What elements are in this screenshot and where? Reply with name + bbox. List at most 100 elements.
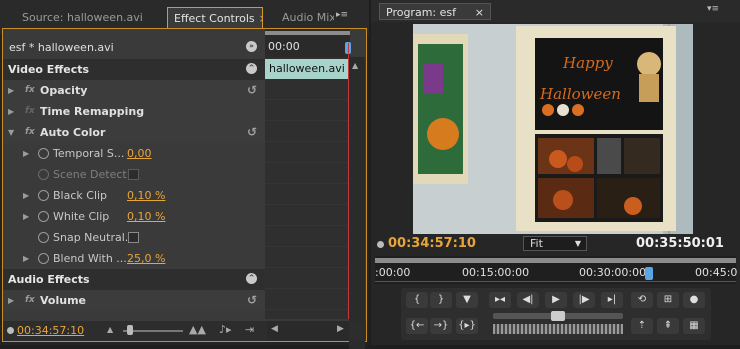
go-to-in-icon[interactable]: {← bbox=[406, 318, 428, 334]
export-icon[interactable]: ⇥ bbox=[245, 323, 254, 336]
keyframe-area[interactable] bbox=[265, 79, 350, 319]
param-label: Snap Neutral... bbox=[53, 231, 136, 244]
program-monitor-panel: Program: esf × ▾≡ Happy Halloween 00:34:… bbox=[371, 0, 740, 345]
effect-name-volume: Volume bbox=[40, 294, 86, 307]
tab-effect-controls[interactable]: Effect Controls × bbox=[167, 7, 263, 28]
param-value[interactable]: 0,10 % bbox=[127, 185, 165, 206]
tab-source[interactable]: Source: halloween.avi bbox=[2, 7, 162, 28]
collapse-icon[interactable]: ^ bbox=[246, 63, 257, 74]
video-preview[interactable]: Happy Halloween bbox=[413, 24, 693, 234]
loop-audio-icon[interactable]: ♪▸ bbox=[219, 323, 232, 336]
effect-row-volume[interactable]: ▶ fx Volume ↺ bbox=[3, 290, 265, 311]
effect-row-opacity[interactable]: ▶ fx Opacity ↺ bbox=[3, 80, 265, 101]
param-value[interactable]: 0,00 bbox=[127, 143, 152, 164]
effect-controls-panel: Source: halloween.avi Effect Controls × A… bbox=[0, 0, 369, 349]
stopwatch-icon[interactable] bbox=[38, 211, 49, 222]
panel-menu-icon[interactable]: ▸≡ bbox=[336, 10, 348, 22]
horizontal-scrollbar[interactable]: ◀ ▶ bbox=[267, 321, 349, 341]
expanded-triangle-icon[interactable]: ▼ bbox=[8, 122, 14, 143]
zoom-slider-handle[interactable] bbox=[127, 325, 133, 335]
loop-icon[interactable]: ⟲ bbox=[631, 292, 653, 308]
checkbox[interactable] bbox=[128, 169, 139, 180]
expand-triangle-icon[interactable]: ▶ bbox=[23, 248, 29, 269]
mark-in-icon[interactable]: { bbox=[406, 292, 428, 308]
add-marker-icon[interactable]: ▼ bbox=[456, 292, 478, 308]
clip-bar[interactable]: halloween.avi bbox=[265, 59, 350, 79]
ruler-label-0: :00:00 bbox=[375, 266, 411, 279]
shuttle-slider[interactable] bbox=[493, 311, 623, 321]
fx-icon[interactable]: fx bbox=[25, 80, 35, 101]
fx-icon[interactable]: fx bbox=[25, 290, 35, 311]
reset-icon[interactable]: ↺ bbox=[247, 122, 257, 143]
effect-controls-frame: esf * halloween.avi » Video Effects ^ ▶ … bbox=[2, 28, 367, 349]
param-row-temporal-smoothing: ▶ Temporal S... 0,00 bbox=[3, 143, 265, 164]
step-forward-icon[interactable]: |▶ bbox=[573, 292, 595, 308]
output-icon[interactable]: ● bbox=[683, 292, 705, 308]
time-ruler[interactable]: 00:00 bbox=[265, 29, 351, 57]
param-label: White Clip bbox=[53, 210, 110, 223]
scroll-left-icon[interactable]: ◀ bbox=[271, 324, 278, 334]
shuttle-handle[interactable] bbox=[551, 311, 565, 321]
extract-icon[interactable]: ⇞ bbox=[657, 318, 679, 334]
tab-audio-mix[interactable]: Audio Mix bbox=[276, 7, 334, 28]
program-time-ruler[interactable]: :00:00 00:15:00:00 00:30:00:00 00:45:0 bbox=[375, 256, 737, 284]
go-to-previous-edit-icon[interactable]: ▸◂ bbox=[489, 292, 511, 308]
panel-menu-icon[interactable]: ▾≡ bbox=[707, 4, 719, 14]
stopwatch-icon[interactable] bbox=[38, 148, 49, 159]
tab-source-label: Source: halloween.avi bbox=[22, 11, 143, 24]
checkbox[interactable] bbox=[128, 232, 139, 243]
collapse-icon[interactable]: ^ bbox=[246, 273, 257, 284]
go-to-next-edit-icon[interactable]: ▸| bbox=[601, 292, 623, 308]
effect-row-auto-color[interactable]: ▼ fx Auto Color ↺ bbox=[3, 122, 265, 143]
play-icon[interactable]: ▶ bbox=[545, 292, 567, 308]
expand-triangle-icon[interactable]: ▶ bbox=[8, 101, 14, 122]
step-back-icon[interactable]: ◀| bbox=[517, 292, 539, 308]
expand-triangle-icon[interactable]: ▶ bbox=[23, 143, 29, 164]
safe-margins-icon[interactable]: ⊞ bbox=[657, 292, 679, 308]
export-frame-icon[interactable]: ▦ bbox=[683, 318, 705, 334]
current-time-display[interactable]: 00:34:57:10 bbox=[17, 324, 84, 337]
work-area-bar[interactable] bbox=[265, 31, 350, 35]
stopwatch-icon[interactable] bbox=[38, 253, 49, 264]
expand-triangle-icon[interactable]: ▶ bbox=[8, 80, 14, 101]
zoom-in-icon[interactable]: ▲▲ bbox=[189, 323, 206, 336]
chevron-down-icon[interactable]: ▼ bbox=[575, 237, 581, 250]
reset-icon[interactable]: ↺ bbox=[247, 290, 257, 311]
mark-out-icon[interactable]: } bbox=[430, 292, 452, 308]
clip-header-row: esf * halloween.avi » bbox=[3, 37, 265, 58]
zoom-level-value: Fit bbox=[530, 237, 543, 250]
fx-icon[interactable]: fx bbox=[25, 122, 35, 143]
ruler-time-label: 00:00 bbox=[268, 40, 300, 53]
playhead-handle[interactable] bbox=[645, 267, 653, 280]
param-value[interactable]: 25,0 % bbox=[127, 248, 165, 269]
stopwatch-icon[interactable] bbox=[38, 190, 49, 201]
play-in-to-out-icon[interactable]: {▸} bbox=[456, 318, 478, 334]
program-current-time[interactable]: 00:34:57:10 bbox=[388, 236, 476, 251]
effect-row-time-remapping[interactable]: ▶ fx Time Remapping bbox=[3, 101, 265, 122]
zoom-out-icon[interactable]: ▲ bbox=[107, 325, 113, 334]
scroll-up-icon[interactable]: ▲ bbox=[352, 61, 358, 70]
tab-audio-mix-label: Audio Mix bbox=[282, 11, 334, 24]
param-row-scene-detect: Scene Detect bbox=[3, 164, 265, 185]
close-icon[interactable]: × bbox=[475, 4, 484, 21]
jog-wheel[interactable] bbox=[493, 324, 623, 334]
expand-triangle-icon[interactable]: ▶ bbox=[23, 185, 29, 206]
show-hide-timeline-icon[interactable]: » bbox=[246, 41, 257, 52]
expand-triangle-icon[interactable]: ▶ bbox=[8, 290, 14, 311]
zoom-level-select[interactable]: Fit ▼ bbox=[523, 236, 587, 251]
effect-timeline[interactable]: 00:00 halloween.avi bbox=[265, 29, 351, 319]
ruler-label-1: 00:15:00:00 bbox=[462, 266, 530, 279]
work-area-bar[interactable] bbox=[375, 258, 736, 263]
close-icon[interactable]: × bbox=[259, 12, 262, 25]
go-to-out-icon[interactable]: →} bbox=[430, 318, 452, 334]
vertical-scrollbar[interactable]: ▲ ▼ bbox=[349, 57, 365, 349]
reset-icon[interactable]: ↺ bbox=[247, 80, 257, 101]
param-value[interactable]: 0,10 % bbox=[127, 206, 165, 227]
tab-program[interactable]: Program: esf × bbox=[379, 3, 491, 20]
poster-text-halloween: Halloween bbox=[539, 85, 621, 103]
scroll-right-icon[interactable]: ▶ bbox=[337, 324, 344, 334]
stopwatch-icon[interactable] bbox=[38, 232, 49, 243]
effect-controls-bottom-bar: 00:34:57:10 ▲ ▲▲ ♪▸ ⇥ ◀ ▶ bbox=[3, 321, 366, 341]
lift-icon[interactable]: ⇡ bbox=[631, 318, 653, 334]
expand-triangle-icon[interactable]: ▶ bbox=[23, 206, 29, 227]
